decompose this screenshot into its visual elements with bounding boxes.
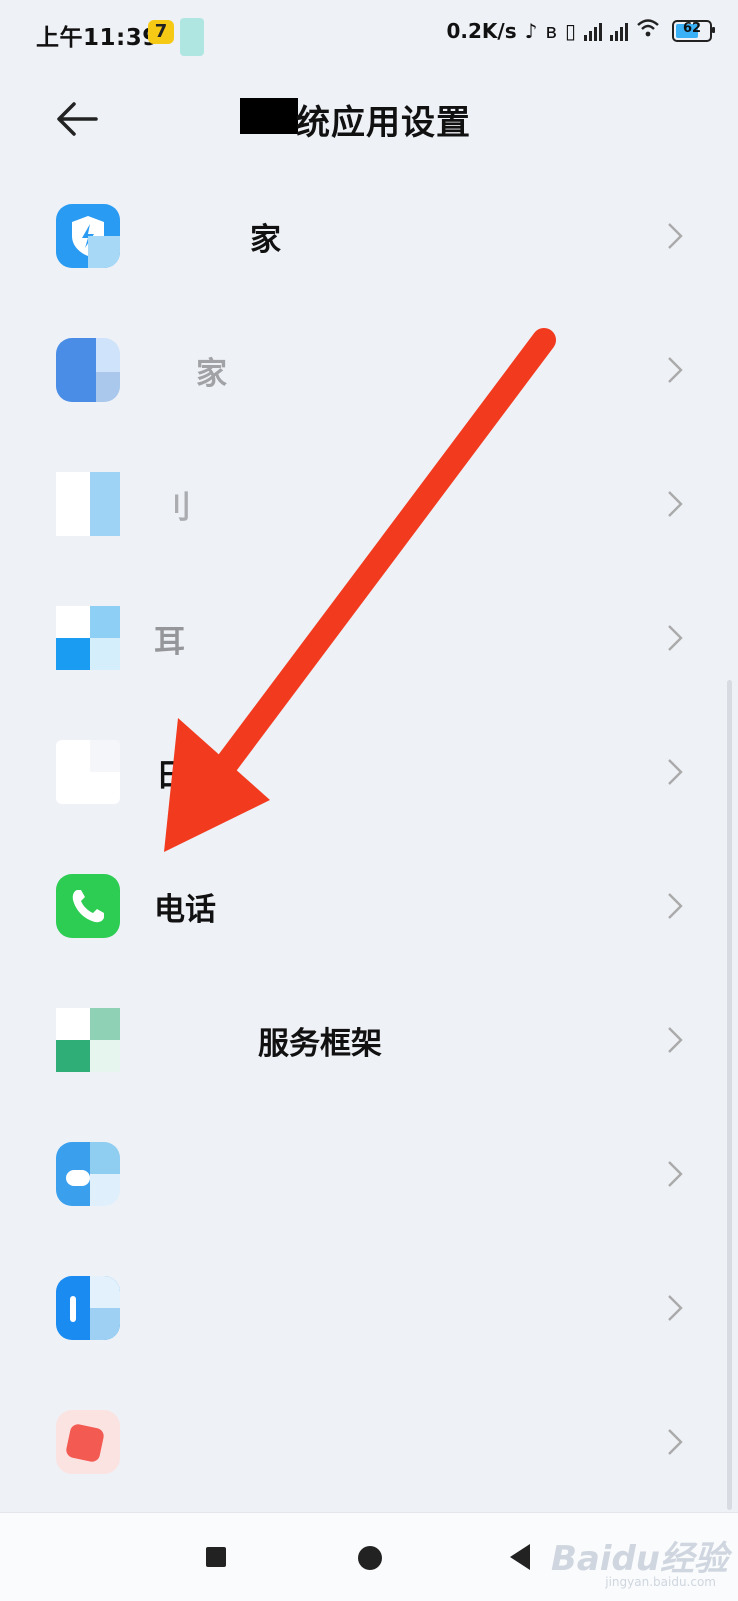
calendar-icon [56,740,120,804]
list-item[interactable] [0,1242,738,1376]
list-item[interactable]: 日历 [0,706,738,840]
list-item-label: 电话 [154,892,216,928]
chevron-right-icon [668,1161,683,1187]
security-shield-icon [56,204,120,268]
home-icon[interactable] [358,1546,382,1570]
signal-icon [584,21,602,41]
chevron-right-icon [668,1295,683,1321]
app-header: 统应用设置 [0,64,738,174]
list-item-phone[interactable]: 电话 [0,840,738,974]
blurred-app-icon [56,338,120,402]
chevron-right-icon [668,223,683,249]
blurred-app-icon [56,1410,120,1474]
list-item[interactable]: 耳 [0,572,738,706]
list-item-label: 家 [250,222,281,258]
arrow-left-icon[interactable] [52,94,102,144]
net-speed: 0.2K/s [446,18,517,43]
list-item[interactable]: 刂 [0,438,738,572]
list-item[interactable]: 家 [0,304,738,438]
blurred-app-icon [56,606,120,670]
chevron-right-icon [668,759,683,785]
signal-icon-2 [610,21,628,41]
list-item[interactable]: 家 [0,170,738,304]
status-time: 上午11:39 [36,25,159,51]
notification-app-icon: 7 [148,20,174,44]
chevron-right-icon [668,1429,683,1455]
status-bar: 上午11:39 7 0.2K/s ♪ ʙ ▯ 62 [0,0,738,64]
list-item-label: 日历 [156,758,218,794]
music-note-icon: ♪ [524,18,538,43]
watermark: Baidu经验 [550,1539,728,1579]
system-nav-bar: Baidu经验 jingyan.baidu.com [0,1512,738,1601]
recent-apps-icon[interactable] [206,1547,226,1567]
scrollbar[interactable] [727,680,732,1510]
list-item[interactable]: 服务框架 [0,974,738,1108]
phone-icon [56,874,120,938]
list-item-label: 服务框架 [258,1026,382,1062]
chevron-right-icon [668,893,683,919]
chevron-right-icon [668,357,683,383]
vibrate-icon: ▯ [564,18,576,43]
notification-app-icon-2 [180,18,204,56]
back-triangle-icon[interactable] [510,1544,530,1570]
list-item-label: 家 [196,356,227,392]
blurred-app-icon [56,1142,120,1206]
status-indicators: 0.2K/s ♪ ʙ ▯ 62 [446,18,715,43]
list-item[interactable] [0,1108,738,1242]
list-item[interactable] [0,1376,738,1510]
list-item-label: 耳 [154,624,185,660]
watermark-sub: jingyan.baidu.com [605,1575,716,1589]
page-title: 统应用设置 [296,103,471,143]
chevron-right-icon [668,491,683,517]
battery-level: 62 [682,20,702,36]
bluetooth-icon: ʙ [545,18,557,43]
chevron-right-icon [668,1027,683,1053]
settings-list: 家 家 刂 耳 日历 电话 服务框架 [0,170,738,1510]
list-item-label: 刂 [160,490,191,526]
blurred-app-icon [56,1276,120,1340]
chevron-right-icon [668,625,683,651]
blurred-app-icon [56,472,120,536]
blurred-app-icon [56,1008,120,1072]
battery-icon: 62 [672,19,715,42]
redaction-block [240,98,298,134]
wifi-icon [636,18,660,43]
